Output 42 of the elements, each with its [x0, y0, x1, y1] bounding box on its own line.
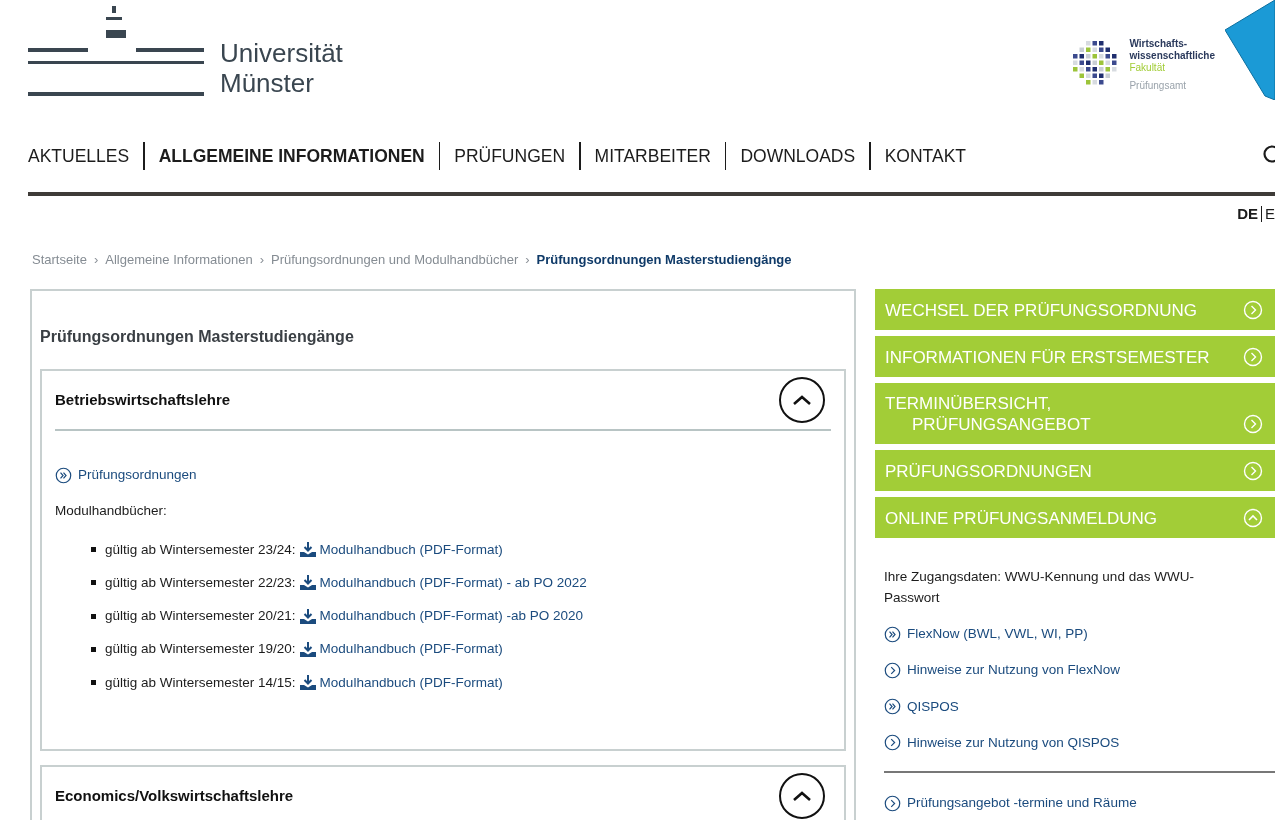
- page-title: Prüfungsordnungen Masterstudiengänge: [40, 327, 355, 347]
- university-name: Münster: [220, 68, 315, 98]
- breadcrumb-separator-icon: ›: [525, 250, 530, 270]
- subheading: Modulhandbücher:: [55, 502, 168, 521]
- breadcrumb-link[interactable]: Allgemeine Informationen: [105, 250, 253, 270]
- nav-link[interactable]: KONTAKT: [884, 142, 966, 170]
- link[interactable]: FlexNow (BWL, VWL, WI, PP): [884, 624, 1088, 645]
- breadcrumb-link[interactable]: Prüfungsordnungen und Modulhandbücher: [271, 250, 519, 270]
- faculty-name: Wirtschafts-: [1129, 38, 1189, 50]
- access-info-text: Ihre Zugangsdaten: WWU-Kennung und das WWU-Passwort: [884, 568, 1195, 607]
- breadcrumb-separator-icon: ›: [259, 250, 265, 270]
- breadcrumb-separator-icon: ›: [93, 250, 99, 270]
- link[interactable]: QISPOS: [884, 696, 959, 717]
- download-link[interactable]: Modulhandbuch (PDF-Format): [299, 639, 503, 660]
- nav-link[interactable]: PRÜFUNGEN: [454, 142, 566, 170]
- breadcrumb-link[interactable]: Prüfungsordnungen Masterstudiengänge: [536, 250, 792, 270]
- validity-text: gültig ab Wintersemester 22/23:: [105, 573, 296, 592]
- validity-text: gültig ab Wintersemester 19/20:: [105, 640, 296, 659]
- nav-link[interactable]: DOWNLOADS: [740, 142, 856, 170]
- nav-link[interactable]: MITARBEITER: [594, 142, 711, 170]
- download-link[interactable]: Modulhandbuch (PDF-Format): [299, 539, 503, 560]
- validity-text: gültig ab Wintersemester 14/15:: [105, 673, 296, 692]
- download-link[interactable]: Modulhandbuch (PDF-Format) - ab PO 2022: [299, 572, 587, 593]
- section-title: Economics/Volkswirtschaftslehre: [55, 785, 294, 806]
- section-title: Betriebswirtschaftslehre: [55, 389, 231, 410]
- language-link[interactable]: E: [1265, 202, 1275, 226]
- nav-link[interactable]: ALLGEMEINE INFORMATIONEN: [158, 142, 425, 170]
- validity-text: gültig ab Wintersemester 20/21:: [105, 607, 296, 625]
- university-name: Universität: [220, 38, 343, 68]
- faculty-name: Fakultät: [1129, 62, 1166, 74]
- validity-text: gültig ab Wintersemester 23/24:: [105, 540, 296, 559]
- link[interactable]: Hinweise zur Nutzung von FlexNow: [884, 660, 1121, 681]
- download-link[interactable]: Modulhandbuch (PDF-Format): [299, 672, 503, 693]
- breadcrumb-link[interactable]: Startseite: [32, 250, 87, 270]
- link[interactable]: Hinweise zur Nutzung von QISPOS: [884, 732, 1120, 753]
- link[interactable]: Prüfungsangebot -termine und Räume: [884, 793, 1137, 814]
- language-link[interactable]: DE: [1237, 202, 1258, 226]
- faculty-name: wissenschaftliche: [1129, 50, 1215, 62]
- link[interactable]: Prüfungsordnungen: [55, 465, 197, 486]
- office-name: Prüfungsamt: [1129, 80, 1188, 92]
- nav-link[interactable]: AKTUELLES: [28, 142, 130, 170]
- download-link[interactable]: Modulhandbuch (PDF-Format) -ab PO 2020: [299, 606, 583, 627]
